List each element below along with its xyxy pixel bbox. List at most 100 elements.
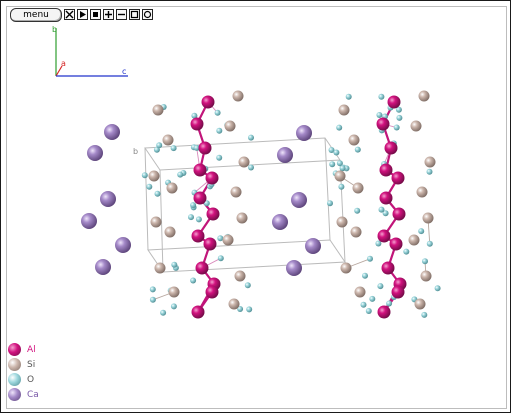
o-atom[interactable] bbox=[345, 93, 352, 100]
si-atom[interactable] bbox=[336, 216, 348, 228]
si-atom[interactable] bbox=[148, 170, 160, 182]
al-atom[interactable] bbox=[190, 117, 204, 131]
si-atom[interactable] bbox=[152, 104, 164, 116]
o-atom[interactable] bbox=[378, 93, 385, 100]
si-atom[interactable] bbox=[232, 90, 244, 102]
si-atom[interactable] bbox=[166, 182, 178, 194]
ca-atom[interactable] bbox=[272, 214, 288, 230]
o-atom[interactable] bbox=[248, 164, 254, 171]
o-atom[interactable] bbox=[354, 207, 361, 214]
o-atom[interactable] bbox=[403, 248, 410, 255]
al-atom[interactable] bbox=[205, 171, 219, 185]
ca-atom[interactable] bbox=[305, 238, 321, 254]
al-atom[interactable] bbox=[384, 141, 398, 155]
o-atom[interactable] bbox=[378, 206, 385, 213]
si-atom[interactable] bbox=[334, 170, 346, 182]
o-atom[interactable] bbox=[149, 296, 156, 303]
o-atom[interactable] bbox=[365, 308, 372, 314]
o-atom[interactable] bbox=[170, 145, 177, 152]
ca-atom[interactable] bbox=[104, 124, 120, 140]
si-atom[interactable] bbox=[230, 186, 242, 198]
si-atom[interactable] bbox=[168, 286, 180, 298]
al-atom[interactable] bbox=[376, 117, 390, 131]
o-atom[interactable] bbox=[362, 272, 368, 279]
o-atom[interactable] bbox=[396, 114, 403, 121]
si-atom[interactable] bbox=[154, 262, 166, 274]
si-atom[interactable] bbox=[162, 134, 174, 146]
si-atom[interactable] bbox=[338, 104, 350, 116]
al-atom[interactable] bbox=[391, 285, 405, 299]
o-atom[interactable] bbox=[188, 214, 194, 221]
si-atom[interactable] bbox=[418, 90, 430, 102]
si-atom[interactable] bbox=[222, 234, 234, 246]
al-atom[interactable] bbox=[201, 95, 215, 109]
si-atom[interactable] bbox=[354, 286, 366, 298]
o-atom[interactable] bbox=[418, 228, 425, 235]
si-atom[interactable] bbox=[164, 226, 176, 238]
si-atom[interactable] bbox=[238, 156, 250, 168]
o-atom[interactable] bbox=[426, 168, 433, 175]
al-atom[interactable] bbox=[198, 141, 212, 155]
o-atom[interactable] bbox=[146, 183, 153, 190]
o-atom[interactable] bbox=[248, 134, 254, 141]
o-atom[interactable] bbox=[422, 258, 428, 265]
o-atom[interactable] bbox=[421, 311, 428, 318]
o-atom[interactable] bbox=[434, 285, 441, 292]
o-atom[interactable] bbox=[154, 190, 161, 197]
ca-atom[interactable] bbox=[286, 260, 302, 276]
al-atom[interactable] bbox=[381, 261, 395, 275]
si-atom[interactable] bbox=[422, 212, 434, 224]
si-atom[interactable] bbox=[236, 212, 248, 224]
al-atom[interactable] bbox=[206, 207, 220, 221]
al-atom[interactable] bbox=[391, 171, 405, 185]
o-atom[interactable] bbox=[156, 142, 163, 149]
si-atom[interactable] bbox=[414, 298, 426, 310]
ca-atom[interactable] bbox=[296, 125, 312, 141]
ca-atom[interactable] bbox=[87, 145, 103, 161]
o-atom[interactable] bbox=[190, 277, 197, 284]
o-atom[interactable] bbox=[246, 306, 253, 313]
al-atom[interactable] bbox=[193, 191, 207, 205]
o-atom[interactable] bbox=[354, 146, 361, 153]
o-atom[interactable] bbox=[217, 255, 224, 262]
o-atom[interactable] bbox=[426, 240, 433, 247]
o-atom[interactable] bbox=[149, 286, 156, 293]
o-atom[interactable] bbox=[214, 109, 221, 116]
ca-atom[interactable] bbox=[115, 237, 131, 253]
o-atom[interactable] bbox=[369, 295, 376, 302]
o-atom[interactable] bbox=[217, 235, 224, 242]
o-atom[interactable] bbox=[376, 112, 383, 118]
o-atom[interactable] bbox=[216, 154, 223, 161]
si-atom[interactable] bbox=[408, 234, 420, 246]
al-atom[interactable] bbox=[389, 237, 403, 251]
o-atom[interactable] bbox=[160, 309, 167, 316]
o-atom[interactable] bbox=[336, 124, 343, 131]
o-atom[interactable] bbox=[170, 303, 177, 310]
o-atom[interactable] bbox=[329, 161, 336, 168]
o-atom[interactable] bbox=[386, 300, 393, 307]
o-atom[interactable] bbox=[393, 124, 400, 131]
al-atom[interactable] bbox=[205, 285, 219, 299]
al-atom[interactable] bbox=[191, 305, 205, 319]
o-atom[interactable] bbox=[244, 282, 251, 289]
si-atom[interactable] bbox=[416, 186, 428, 198]
si-atom[interactable] bbox=[424, 156, 436, 168]
o-atom[interactable] bbox=[141, 172, 148, 179]
o-atom[interactable] bbox=[171, 261, 178, 268]
ca-atom[interactable] bbox=[100, 191, 116, 207]
al-atom[interactable] bbox=[191, 229, 205, 243]
o-atom[interactable] bbox=[338, 183, 345, 190]
o-atom[interactable] bbox=[377, 283, 384, 290]
o-atom[interactable] bbox=[360, 301, 367, 308]
o-atom[interactable] bbox=[367, 255, 373, 262]
si-atom[interactable] bbox=[350, 226, 362, 238]
al-atom[interactable] bbox=[377, 229, 391, 243]
si-atom[interactable] bbox=[228, 298, 240, 310]
al-atom[interactable] bbox=[203, 237, 217, 251]
si-atom[interactable] bbox=[348, 134, 360, 146]
si-atom[interactable] bbox=[340, 262, 352, 274]
al-atom[interactable] bbox=[379, 191, 393, 205]
si-atom[interactable] bbox=[420, 270, 432, 282]
o-atom[interactable] bbox=[333, 149, 340, 156]
o-atom[interactable] bbox=[177, 171, 184, 178]
